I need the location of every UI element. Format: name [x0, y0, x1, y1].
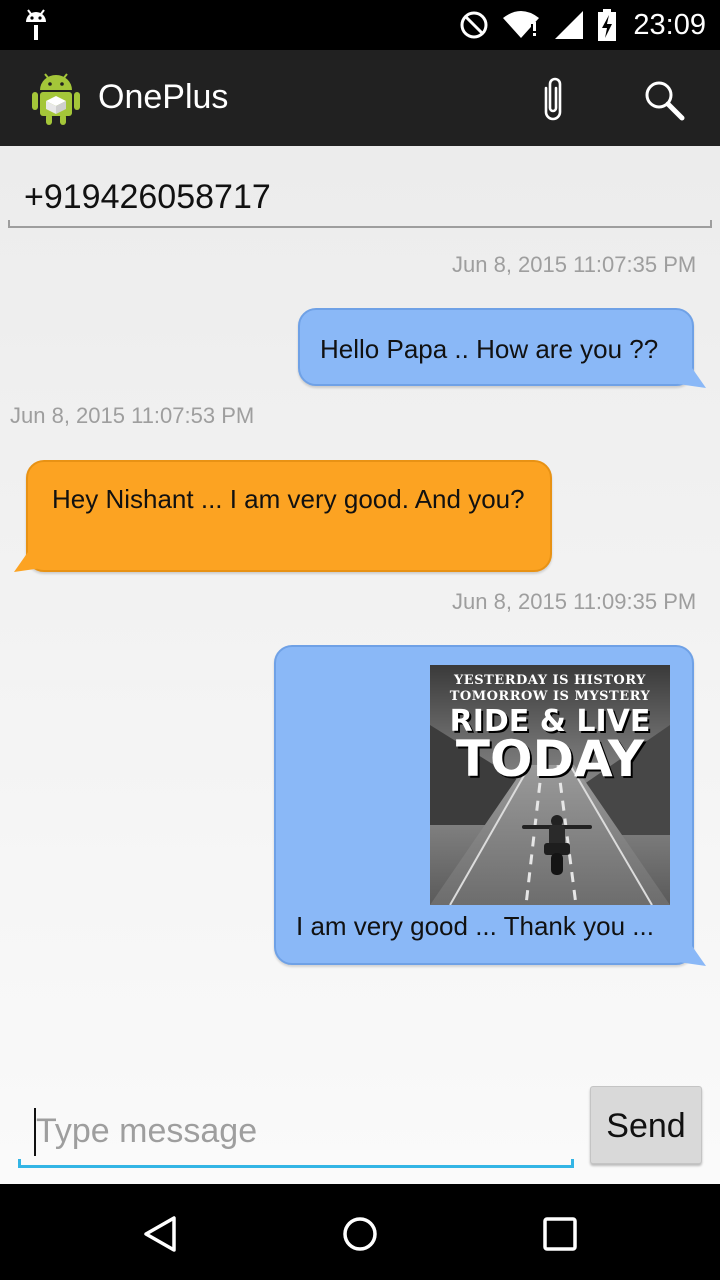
- status-bar: 23:09: [0, 0, 720, 50]
- wifi-icon: [503, 11, 540, 38]
- message-input[interactable]: Type message: [18, 1084, 574, 1168]
- outgoing-message[interactable]: Hello Papa .. How are you ??: [298, 308, 694, 386]
- send-button[interactable]: Send: [590, 1086, 702, 1164]
- attached-image[interactable]: YESTERDAY IS HISTORY TOMORROW IS MYSTERY…: [430, 665, 670, 905]
- recipient-field[interactable]: +919426058717: [8, 156, 712, 228]
- status-clock: 23:09: [633, 8, 706, 41]
- signal-icon: [555, 11, 584, 39]
- bubble-tail: [678, 946, 706, 966]
- status-icons: 23:09: [459, 0, 706, 50]
- search-icon[interactable]: [642, 78, 686, 122]
- bubble-tail: [14, 552, 42, 572]
- image-caption-bottom: TODAY: [455, 730, 645, 788]
- motorcycle-rider: [522, 815, 592, 875]
- no-disturb-icon: [460, 11, 488, 39]
- paperclip-icon[interactable]: [536, 74, 570, 124]
- conversation: +919426058717 Jun 8, 2015 11:07:35 PM He…: [0, 146, 720, 1184]
- outgoing-message[interactable]: YESTERDAY IS HISTORY TOMORROW IS MYSTERY…: [274, 645, 694, 965]
- navigation-bar: [0, 1184, 720, 1280]
- home-icon[interactable]: [340, 1214, 380, 1254]
- action-bar: OnePlus: [0, 50, 720, 146]
- incoming-message[interactable]: Hey Nishant ... I am very good. And you?: [26, 460, 552, 572]
- bubble-tail: [678, 368, 706, 388]
- app-icon: [32, 73, 80, 125]
- image-caption-top: YESTERDAY IS HISTORY TOMORROW IS MYSTERY: [449, 673, 651, 704]
- recipient-number: +919426058717: [24, 178, 271, 216]
- message-text: Hey Nishant ... I am very good. And you?: [52, 484, 525, 514]
- message-text: I am very good ... Thank you ...: [296, 911, 654, 941]
- app-title: OnePlus: [98, 78, 229, 116]
- recents-icon[interactable]: [542, 1216, 578, 1252]
- message-timestamp: Jun 8, 2015 11:07:53 PM: [10, 403, 255, 428]
- message-text: Hello Papa .. How are you ??: [320, 334, 659, 364]
- battery-charging-icon: [598, 9, 617, 41]
- message-timestamp: Jun 8, 2015 11:09:35 PM: [452, 589, 697, 614]
- back-icon[interactable]: [140, 1214, 180, 1254]
- android-debug-icon: [26, 9, 46, 40]
- message-input-placeholder: Type message: [36, 1112, 258, 1150]
- message-timestamp: Jun 8, 2015 11:07:35 PM: [452, 252, 697, 277]
